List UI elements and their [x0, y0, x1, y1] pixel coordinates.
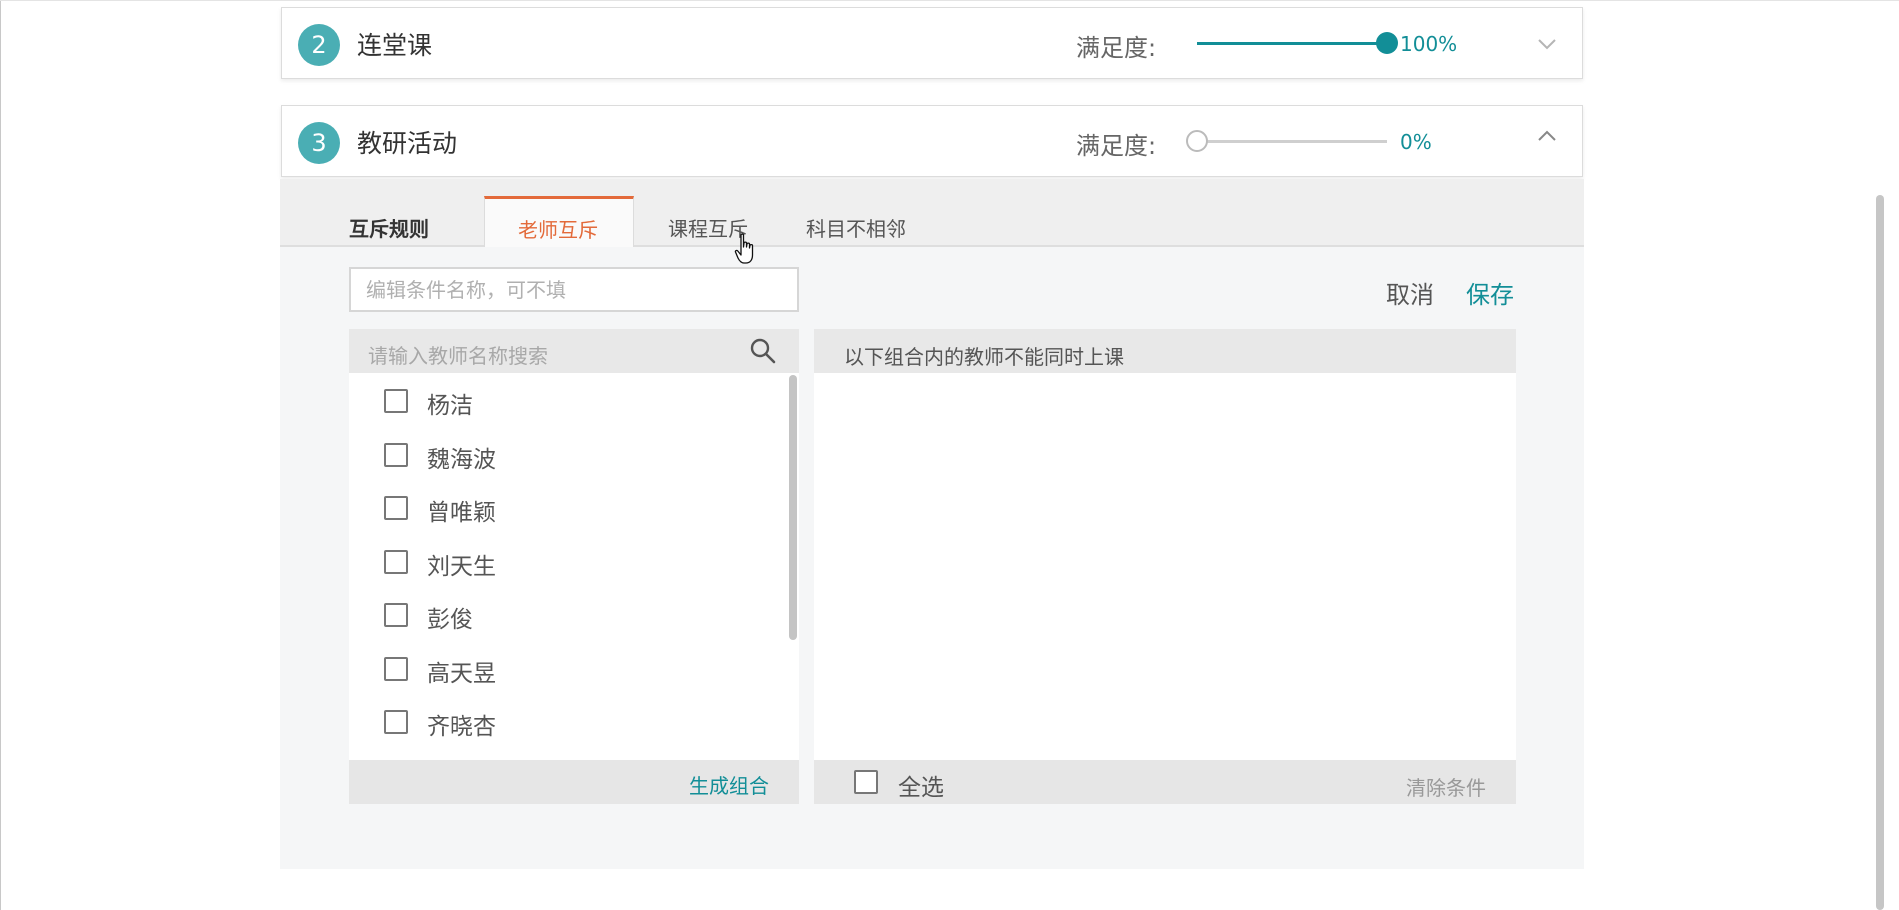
generate-group-button[interactable]: 生成组合: [689, 770, 769, 799]
group-panel-footer: 全选 清除条件: [814, 760, 1516, 804]
satisfaction-label: 满足度:: [1076, 132, 1157, 160]
slider-fill: [1197, 42, 1387, 45]
teacher-name: 高天昱: [427, 660, 496, 687]
page-scrollbar[interactable]: [1876, 195, 1884, 910]
teacher-name: 魏海波: [427, 446, 496, 473]
teacher-list-item[interactable]: 彭俊: [349, 595, 779, 635]
window-left-border: [0, 0, 1, 910]
rules-editor: 互斥规则 老师互斥 课程互斥 科目不相邻 取消 保存 请输入教师名称搜索 杨洁魏…: [280, 179, 1584, 869]
satisfaction-slider[interactable]: [1197, 32, 1398, 54]
step-number-badge: 2: [298, 24, 340, 66]
hand-cursor-icon: [734, 233, 754, 264]
teacher-name: 杨洁: [427, 393, 473, 419]
teacher-list-item[interactable]: 魏海波: [349, 435, 779, 475]
satisfaction-value: 0%: [1400, 130, 1432, 154]
teacher-list-item[interactable]: 高天昱: [349, 649, 779, 689]
teacher-list-item[interactable]: 刘天生: [349, 542, 779, 582]
teacher-search-input[interactable]: 请输入教师名称搜索: [349, 329, 799, 373]
search-placeholder: 请输入教师名称搜索: [368, 344, 548, 368]
satisfaction-value: 100%: [1400, 32, 1458, 56]
teacher-name: 彭俊: [427, 607, 473, 633]
teacher-checkbox[interactable]: [384, 442, 408, 467]
constraint-panel-research[interactable]: 3 教研活动 满足度: 0%: [281, 105, 1583, 177]
tab-teacher-exclusion[interactable]: 老师互斥: [484, 196, 634, 247]
step-number-badge: 3: [298, 122, 340, 164]
chevron-up-icon[interactable]: [1535, 124, 1559, 148]
cancel-button[interactable]: 取消: [1386, 275, 1434, 310]
rules-heading: 互斥规则: [349, 217, 429, 241]
teacher-checkbox[interactable]: [384, 710, 408, 734]
teacher-name: 齐晓杏: [427, 714, 496, 740]
teacher-checkbox[interactable]: [384, 549, 408, 574]
teacher-list-item[interactable]: 杨洁: [349, 381, 779, 421]
satisfaction-label: 满足度:: [1076, 34, 1157, 62]
group-panel: 以下组合内的教师不能同时上课 全选 清除条件: [814, 329, 1516, 804]
slider-thumb[interactable]: [1186, 130, 1208, 152]
teacher-checkbox[interactable]: [384, 496, 408, 520]
tab-subject-not-adjacent[interactable]: 科目不相邻: [806, 213, 906, 242]
group-panel-header: 以下组合内的教师不能同时上课: [814, 329, 1516, 373]
save-button[interactable]: 保存: [1466, 275, 1514, 310]
teacher-name: 曾唯颖: [427, 500, 496, 526]
tab-label: 老师互斥: [518, 218, 598, 242]
window-top-border: [0, 0, 1899, 1]
chevron-down-icon[interactable]: [1535, 32, 1559, 56]
select-all-checkbox[interactable]: [854, 770, 878, 794]
satisfaction-slider[interactable]: [1186, 130, 1387, 152]
teacher-list-item[interactable]: 齐晓杏: [349, 702, 779, 742]
constraint-panel-consecutive[interactable]: 2 连堂课 满足度: 100%: [281, 7, 1583, 79]
panel-title: 教研活动: [357, 129, 458, 158]
group-panel-title: 以下组合内的教师不能同时上课: [844, 345, 1124, 369]
rules-tab-bar: 互斥规则 老师互斥 课程互斥 科目不相邻: [280, 179, 1584, 247]
search-icon[interactable]: [749, 337, 777, 365]
teacher-checkbox[interactable]: [384, 656, 408, 681]
slider-thumb[interactable]: [1376, 32, 1398, 54]
panel-title: 连堂课: [357, 31, 433, 60]
teacher-list-scrollbar[interactable]: [789, 375, 797, 640]
teacher-name: 刘天生: [427, 553, 496, 580]
teacher-checkbox[interactable]: [384, 389, 408, 413]
clear-conditions-button[interactable]: 清除条件: [1406, 772, 1486, 801]
teacher-list-panel: 请输入教师名称搜索 杨洁魏海波曾唯颖刘天生彭俊高天昱齐晓杏 生成组合: [349, 329, 799, 804]
condition-name-input[interactable]: [349, 267, 799, 312]
teacher-checkbox[interactable]: [384, 603, 408, 627]
select-all-label[interactable]: 全选: [898, 768, 944, 802]
teacher-list-item[interactable]: 曾唯颖: [349, 488, 779, 528]
slider-track: [1197, 140, 1387, 143]
teacher-list-footer: 生成组合: [349, 760, 799, 804]
